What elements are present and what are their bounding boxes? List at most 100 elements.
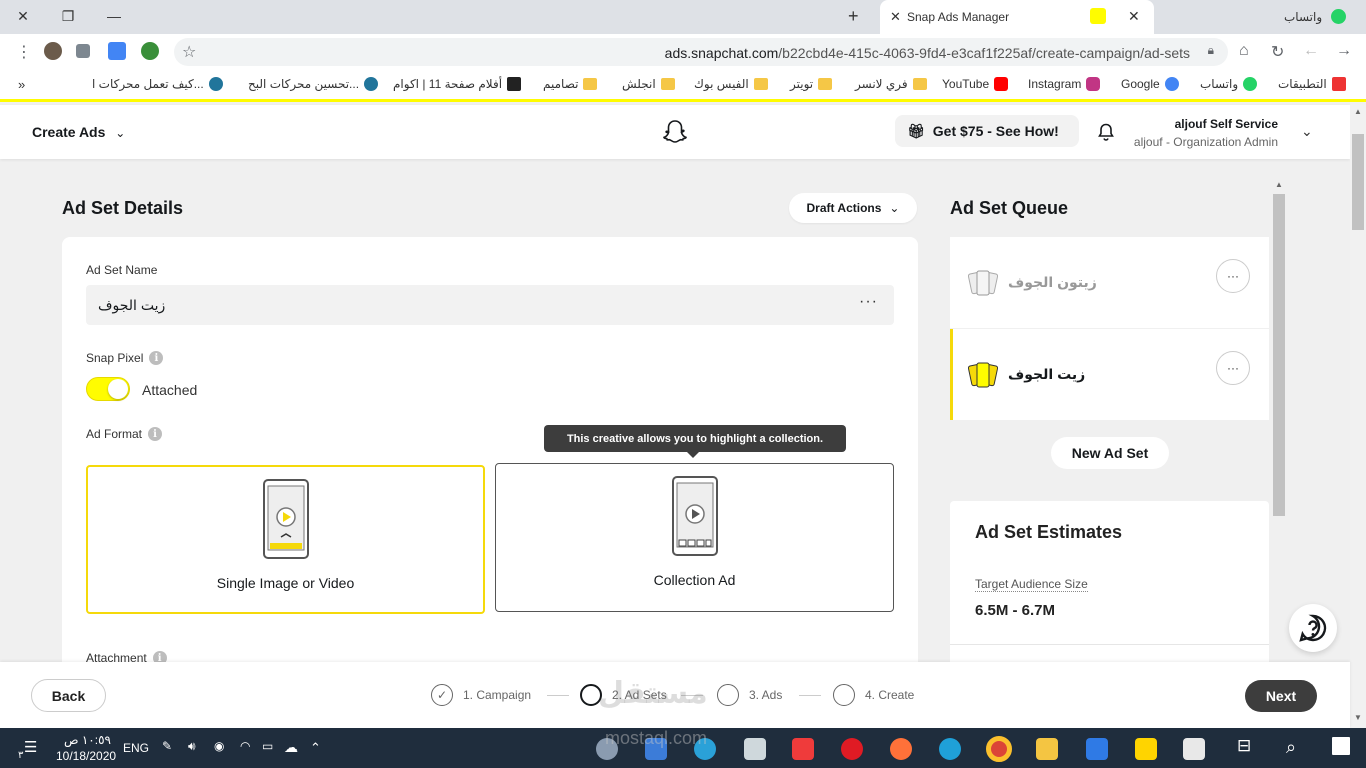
mail-icon[interactable] xyxy=(1086,738,1108,760)
edge-icon[interactable] xyxy=(939,738,961,760)
close-tab-icon[interactable]: ✕ xyxy=(890,9,901,25)
help-question-icon xyxy=(1299,614,1327,642)
queue-scroll-thumb[interactable] xyxy=(1273,194,1285,516)
profile-avatar-icon[interactable] xyxy=(44,42,62,60)
opera-icon[interactable] xyxy=(841,738,863,760)
bookmark-star-icon[interactable]: ☆ xyxy=(182,42,196,62)
wifi-icon[interactable]: ◠ xyxy=(240,739,250,753)
new-ad-set-button[interactable]: New Ad Set xyxy=(1051,437,1169,469)
bookmark-folder[interactable]: انجلش xyxy=(622,77,675,91)
format-single-title: Single Image or Video xyxy=(216,575,355,591)
chrome-icon[interactable] xyxy=(986,736,1012,762)
close-tab-icon[interactable]: ✕ xyxy=(1128,8,1140,25)
wordpress-icon xyxy=(364,77,379,91)
page-scroll-thumb[interactable] xyxy=(1352,134,1364,230)
format-tooltip: This creative allows you to highlight a … xyxy=(544,425,846,458)
task-view-icon[interactable]: ⊟ xyxy=(1237,736,1251,756)
extensions-puzzle-icon[interactable] xyxy=(76,44,90,58)
sticky-notes-icon[interactable] xyxy=(1135,738,1157,760)
windows-start-icon[interactable] xyxy=(1332,737,1350,755)
format-collection-ad[interactable]: Collection Ad xyxy=(495,463,894,612)
file-explorer-icon[interactable] xyxy=(1036,738,1058,760)
snapchat-ghost-icon[interactable] xyxy=(662,119,688,145)
volume-icon[interactable]: 🔊︎ xyxy=(188,739,196,754)
queue-item[interactable]: زيتون الجوف ··· xyxy=(950,237,1269,328)
format-collection-title: Collection Ad xyxy=(653,572,736,588)
reload-icon[interactable]: ↻ xyxy=(1271,42,1284,62)
restore-window-icon[interactable]: ❐ xyxy=(45,0,91,32)
snap-pixel-state: Attached xyxy=(142,382,198,398)
queue-item-active[interactable]: زيت الجوف ··· xyxy=(950,329,1269,420)
search-icon[interactable]: ⌕ xyxy=(1286,737,1296,758)
chevron-down-icon[interactable]: ⌄ xyxy=(1301,123,1313,140)
bookmark-folder[interactable]: فري لانسر xyxy=(855,77,927,91)
more-options-icon[interactable]: ··· xyxy=(859,293,878,311)
audience-size-label[interactable]: Target Audience Size xyxy=(975,577,1088,592)
forward-arrow-icon[interactable]: ← xyxy=(1303,42,1319,60)
bookmark-item[interactable]: تحسين محركات البح... xyxy=(248,77,379,91)
clock-date[interactable]: 10/18/2020 xyxy=(56,749,116,763)
store-icon[interactable] xyxy=(1183,738,1205,760)
checkmark-icon: ✓ xyxy=(431,684,453,706)
back-arrow-icon[interactable]: → xyxy=(1336,42,1352,60)
notifications-icon[interactable]: ☰ xyxy=(24,738,37,756)
bookmark-folder[interactable]: تصاميم xyxy=(543,77,598,91)
account-name[interactable]: aljouf Self Service xyxy=(1175,117,1278,131)
phone-collection-icon xyxy=(672,476,718,556)
account-role: aljouf - Organization Admin xyxy=(1133,135,1278,149)
ad-format-label: Ad Format i xyxy=(86,427,163,441)
solitaire-icon[interactable] xyxy=(744,738,766,760)
onedrive-icon[interactable]: ☁︎ xyxy=(284,739,298,756)
battery-icon[interactable]: ▭ xyxy=(262,739,273,753)
language-indicator[interactable]: ENG xyxy=(123,741,149,755)
step-ads[interactable]: 3. Ads xyxy=(717,684,782,706)
home-icon[interactable]: ⌂ xyxy=(1239,42,1249,60)
bookmark-item[interactable]: Google xyxy=(1121,77,1179,91)
pen-icon[interactable]: ✎ xyxy=(162,739,172,753)
bookmark-item[interactable]: واتساب xyxy=(1200,77,1258,91)
close-window-icon[interactable]: ✕ xyxy=(0,0,46,32)
lock-icon[interactable]: 🔒︎ xyxy=(1208,43,1214,58)
bookmark-item[interactable]: أفلام صفحة 11 | اكوام xyxy=(393,77,522,91)
back-button[interactable]: Back xyxy=(31,679,106,712)
promo-button[interactable]: 🎁︎ Get $75 - See How! xyxy=(895,115,1079,147)
bookmark-apps[interactable]: التطبيقات xyxy=(1278,77,1346,91)
more-options-icon[interactable]: ··· xyxy=(1216,351,1250,385)
url-bar[interactable]: ☆ ads.snapchat.com/b22cbd4e-415c-4063-9f… xyxy=(174,38,1228,66)
bookmarks-overflow-icon[interactable]: » xyxy=(18,77,25,92)
more-options-icon[interactable]: ··· xyxy=(1216,259,1250,293)
menu-kebab-icon[interactable]: ⋮ xyxy=(16,42,32,62)
new-tab-icon[interactable]: + xyxy=(848,6,859,27)
audience-size-value: 6.5M - 6.7M xyxy=(975,602,1056,619)
toggle-knob xyxy=(108,379,128,399)
bookmark-folder[interactable]: تويتر xyxy=(790,77,833,91)
snap-pixel-toggle[interactable] xyxy=(86,377,130,401)
draft-actions-button[interactable]: Draft Actions ⌄ xyxy=(789,193,917,223)
browser-tab-bar: ✕ ❐ — + ✕ Snap Ads Manager ✕ واتساب xyxy=(0,0,1366,34)
notification-bell-icon[interactable] xyxy=(1098,123,1114,141)
ad-set-name-input[interactable]: زيت الجوف ··· xyxy=(86,285,894,325)
firefox-icon[interactable] xyxy=(890,738,912,760)
bookmark-folder[interactable]: الفيس بوك xyxy=(694,77,768,91)
create-ads-menu[interactable]: Create Ads ⌄ xyxy=(32,124,125,140)
step-campaign[interactable]: ✓ 1. Campaign xyxy=(431,684,531,706)
recorder-icon[interactable] xyxy=(792,738,814,760)
step-connector xyxy=(547,695,569,696)
minimize-window-icon[interactable]: — xyxy=(91,0,137,32)
format-single-image-video[interactable]: Single Image or Video xyxy=(86,465,485,614)
translate-extension-icon[interactable] xyxy=(108,42,126,60)
network-icon[interactable]: ◉ xyxy=(214,739,224,753)
tab-snap-ads-manager[interactable]: ✕ Snap Ads Manager ✕ xyxy=(880,0,1154,34)
step-create[interactable]: 4. Create xyxy=(833,684,914,706)
clock-time[interactable]: ١٠:٥٩ ص xyxy=(64,733,111,747)
extension-globe-icon[interactable] xyxy=(141,42,159,60)
bookmark-item[interactable]: Instagram xyxy=(1028,77,1101,91)
help-button[interactable] xyxy=(1289,604,1337,652)
tab-whatsapp-title[interactable]: واتساب xyxy=(1284,10,1322,24)
show-hidden-icons-icon[interactable]: ⌃ xyxy=(310,740,321,756)
bookmark-item[interactable]: YouTube xyxy=(942,77,1009,91)
whatsapp-icon xyxy=(1243,77,1258,91)
bookmark-item[interactable]: كيف تعمل محركات ا... xyxy=(92,77,223,91)
queue-item-name: زيت الجوف xyxy=(1008,366,1086,382)
next-button[interactable]: Next xyxy=(1245,680,1317,712)
